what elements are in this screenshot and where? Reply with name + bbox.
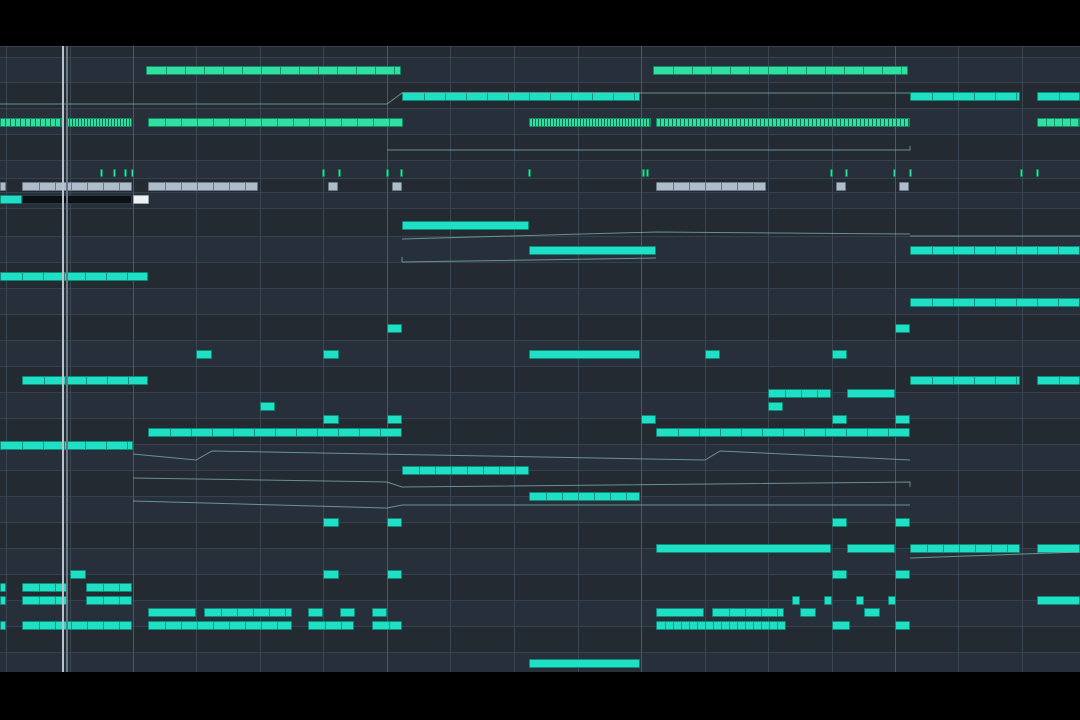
automation-line[interactable] bbox=[909, 551, 1080, 559]
automation-line[interactable] bbox=[387, 146, 911, 151]
letterbox-bottom bbox=[0, 672, 1080, 720]
automation-line[interactable] bbox=[132, 500, 910, 509]
automation-line[interactable] bbox=[0, 92, 910, 105]
playhead-cursor[interactable] bbox=[62, 46, 64, 672]
piano-roll-grid[interactable] bbox=[0, 46, 1080, 672]
automation-curves bbox=[0, 92, 1080, 559]
automation-line[interactable] bbox=[132, 477, 911, 488]
letterbox-top bbox=[0, 0, 1080, 46]
automation-line[interactable] bbox=[132, 450, 911, 461]
automation-line[interactable] bbox=[401, 257, 657, 263]
automation-line[interactable] bbox=[401, 231, 911, 240]
